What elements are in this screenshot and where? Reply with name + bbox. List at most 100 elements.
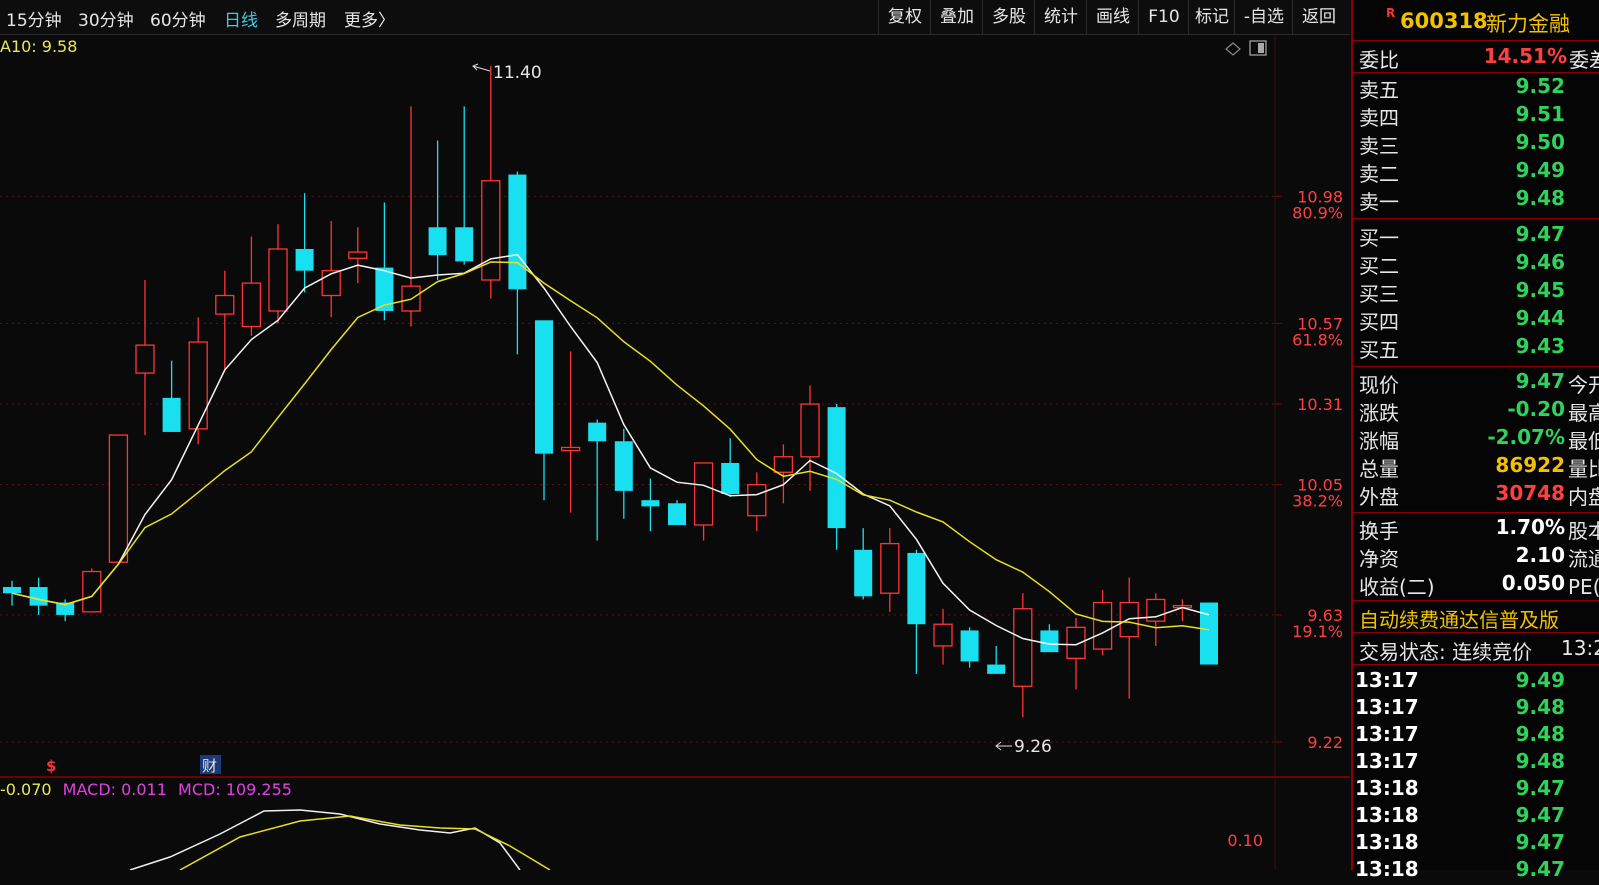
candle [108, 434, 129, 566]
candle-body [614, 441, 633, 491]
buy-level-3-value: 9.45 [1515, 278, 1565, 302]
cai-marker[interactable]: 财 [202, 757, 217, 775]
fib-tick-label: 38.2% [1292, 492, 1343, 511]
tab-60min[interactable]: 60分钟 [150, 6, 206, 31]
tool-huaxian-button[interactable]: 画线 [1086, 0, 1139, 34]
candle [1040, 624, 1059, 653]
candle-body [560, 446, 581, 452]
kline-chart[interactable]: 10.9810.5710.3110.059.639.2280.9%61.8%38… [0, 35, 1350, 870]
tick-price: 9.48 [1515, 695, 1565, 719]
stat-row-1: 涨跌 -0.20 最高 [1353, 397, 1599, 425]
tick-price: 9.48 [1515, 749, 1565, 773]
sell-level-5-label: 卖五 [1359, 78, 1399, 102]
stat-row-2-label: 涨幅 [1359, 429, 1399, 453]
tool-biaoji-button[interactable]: 标记 [1188, 0, 1235, 34]
candle [588, 419, 607, 541]
dollar-marker[interactable]: $ [46, 757, 56, 775]
trade-status: 交易状态: 连续竞价 13:2 [1359, 636, 1599, 664]
renewal-banner[interactable]: 自动续费通达信普及版 [1353, 604, 1599, 632]
candle-body [535, 320, 553, 454]
candle-body [428, 227, 447, 256]
stat2-row-0: 换手 1.70% 股本 [1353, 515, 1599, 543]
candle [241, 236, 262, 336]
fib-tick-label: 80.9% [1292, 203, 1343, 222]
stat2-row-0-value: 1.70% [1495, 515, 1565, 539]
candle-body [800, 403, 820, 458]
candle-body [960, 630, 979, 662]
candle [693, 462, 714, 541]
ma10-line [11, 261, 1210, 631]
buy-level-3: 买三 9.45 [1353, 278, 1599, 306]
stat-row-3-value: 86922 [1495, 453, 1565, 477]
stock-name[interactable]: 新力金融 [1486, 8, 1570, 38]
candle [1066, 618, 1086, 690]
candle [1119, 577, 1139, 699]
tick-time: 13:17 [1355, 695, 1419, 719]
high-annotation: 11.40 [472, 63, 542, 83]
r-badge: R [1386, 6, 1396, 20]
stock-code[interactable]: 600318 [1400, 9, 1488, 33]
tab-more[interactable]: 更多〉 [344, 6, 395, 31]
sell-level-3: 卖三 9.50 [1353, 130, 1599, 158]
candle-body [693, 462, 714, 526]
buy-level-4-value: 9.44 [1515, 306, 1565, 330]
price-tick-label: 10.31 [1297, 395, 1343, 414]
tool-duogu-button[interactable]: 多股 [982, 0, 1035, 34]
stat2-row-2: 收益(二) 0.050PE(动) [1353, 571, 1599, 599]
candle-body [933, 623, 953, 647]
tick-row: 13:18 9.47 [1353, 830, 1599, 858]
candle-body [268, 248, 288, 312]
stat-row-4-label2: 内盘 [1568, 485, 1599, 509]
buy-level-5: 买五 9.43 [1353, 334, 1599, 362]
stat2-row-0-label2: 股本 [1568, 519, 1599, 543]
tick-price: 9.49 [1515, 668, 1565, 692]
low-label: 9.26 [1014, 737, 1052, 757]
candle-body [588, 422, 607, 442]
tick-row: 13:18 9.47 [1353, 857, 1599, 885]
candle [668, 500, 686, 525]
weibi-row: 委比 14.51% 委差 [1359, 44, 1599, 72]
candle [560, 351, 581, 513]
stat2-row-1-label2: 流通 [1568, 547, 1599, 571]
candle-body [508, 174, 527, 290]
candle [215, 270, 235, 370]
stat-row-1-label2: 最高 [1568, 401, 1599, 425]
tool-f10-button[interactable]: F10 [1138, 0, 1189, 34]
stat-row-0-value: 9.47 [1515, 369, 1565, 393]
candle [854, 528, 873, 600]
candle-body [82, 570, 102, 613]
tick-price: 9.47 [1515, 830, 1565, 854]
tool-fanhui-button[interactable]: 返回 [1292, 0, 1345, 34]
diamond-icon[interactable] [1225, 42, 1241, 56]
candle [321, 221, 341, 318]
high-label: 11.40 [493, 63, 542, 83]
tick-price: 9.47 [1515, 857, 1565, 881]
macd-tick-label: 0.10 [1227, 831, 1263, 850]
stat-row-2-value: -2.07% [1487, 425, 1565, 449]
tick-time: 13:17 [1355, 749, 1419, 773]
tool-tongji-button[interactable]: 统计 [1034, 0, 1087, 34]
candle-body [668, 503, 686, 525]
candle-body [215, 294, 235, 315]
tool-fuquan-button[interactable]: 复权 [878, 0, 931, 34]
ma5-line [11, 253, 1210, 646]
buy-level-1-label: 买一 [1359, 226, 1399, 250]
stat-row-1-label: 涨跌 [1359, 401, 1399, 425]
buy-level-5-value: 9.43 [1515, 334, 1565, 358]
panel-toggle-icon[interactable] [1249, 40, 1267, 56]
tab-daily[interactable]: 日线 [224, 6, 258, 31]
tab-30min[interactable]: 30分钟 [78, 6, 134, 31]
tool-zixuan-button[interactable]: -自选 [1234, 0, 1293, 34]
quote-panel: R 600318 新力金融 委比 14.51% 委差 卖五9.52卖四9.51卖… [1351, 0, 1599, 881]
sell-level-1: 卖一 9.48 [1353, 186, 1599, 214]
candle-body [3, 587, 21, 594]
tool-diejia-button[interactable]: 叠加 [930, 0, 983, 34]
tick-price: 9.47 [1515, 803, 1565, 827]
candle [481, 66, 501, 299]
tab-15min[interactable]: 15分钟 [6, 6, 62, 31]
fib-tick-label: 61.8% [1292, 330, 1343, 349]
tab-multi-period[interactable]: 多周期 [275, 6, 326, 31]
candle-body [108, 434, 129, 563]
stat2-row-1-value: 2.10 [1515, 543, 1565, 567]
sell-level-2-label: 卖二 [1359, 162, 1399, 186]
